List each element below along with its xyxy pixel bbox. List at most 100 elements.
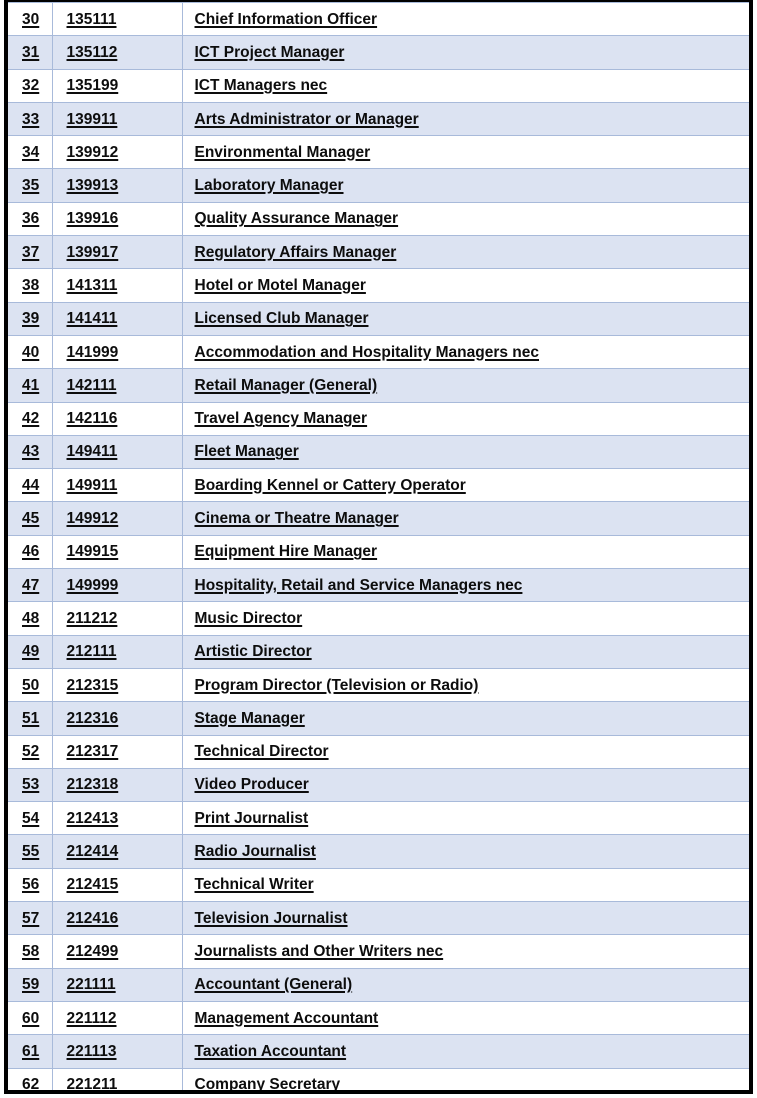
occupation-code-cell: 212317: [51, 734, 183, 769]
occupation-title-cell-text: Program Director (Television or Radio): [194, 676, 479, 694]
occupation-code-cell: 149999: [51, 568, 183, 603]
occupation-code-cell: 221111: [51, 967, 183, 1002]
occupation-title-cell: Retail Manager (General): [181, 368, 749, 403]
table-row: 35 139913 Laboratory Manager: [8, 168, 749, 203]
row-number-cell-text: 39: [22, 310, 40, 328]
occupation-title-cell-text: Environmental Manager: [194, 143, 371, 161]
occupation-code-cell-text: 212499: [66, 942, 119, 960]
occupation-code-cell-text: 139911: [66, 110, 118, 128]
table-row: 60 221112 Management Accountant: [8, 1000, 749, 1036]
row-number-cell: 44: [8, 468, 53, 503]
occupation-title-cell-text: Accommodation and Hospitality Managers n…: [194, 343, 540, 361]
occupation-code-cell-text: 149411: [66, 443, 118, 461]
occupation-code-cell: 142111: [51, 368, 183, 403]
occupation-title-cell-text: Arts Administrator or Manager: [194, 110, 419, 128]
table-row: 53 212318 Video Producer: [8, 767, 749, 803]
occupation-code-cell-text: 139913: [66, 177, 119, 195]
row-number-cell-text: 46: [22, 543, 40, 561]
occupation-code-cell: 139916: [51, 201, 183, 237]
occupation-title-cell-text: ICT Project Manager: [194, 43, 345, 61]
occupation-code-cell: 212316: [51, 701, 183, 736]
occupation-code-cell-text: 139916: [66, 210, 119, 228]
row-number-cell-text: 32: [22, 77, 40, 95]
occupation-code-cell: 149912: [51, 501, 183, 536]
occupation-title-cell: Hotel or Motel Manager: [181, 268, 749, 303]
occupation-code-cell-text: 141311: [66, 277, 118, 294]
occupation-code-cell: 149911: [51, 468, 183, 503]
row-number-cell-text: 33: [22, 110, 40, 128]
row-number-cell-text: 45: [22, 510, 40, 528]
occupation-code-cell: 212499: [51, 934, 183, 969]
occupation-title-cell-text: Music Director: [194, 609, 303, 627]
occupation-title-cell-text: Management Accountant: [194, 1009, 379, 1027]
row-number-cell: 31: [8, 35, 53, 70]
occupation-title-cell: ICT Managers nec: [181, 68, 749, 103]
row-number-cell-text: 47: [22, 576, 40, 594]
occupation-table-frame: 30 135111 Chief Information Officer 31 13511…: [4, 0, 753, 1094]
table-row: 30 135111 Chief Information Officer: [8, 2, 749, 37]
occupation-title-cell: Journalists and Other Writers nec: [181, 934, 749, 969]
occupation-title-cell-text: Quality Assurance Manager: [194, 210, 399, 228]
table-row: 32 135199 ICT Managers nec: [8, 68, 749, 103]
row-number-cell: 60: [8, 1000, 53, 1036]
occupation-title-cell: Technical Director: [181, 734, 749, 769]
occupation-title-cell-text: ICT Managers nec: [194, 77, 328, 95]
table-row: 42 142116 Travel Agency Manager: [8, 401, 749, 436]
row-number-cell: 48: [8, 601, 53, 636]
row-number-cell: 55: [8, 834, 53, 869]
row-number-cell: 35: [8, 168, 53, 203]
row-number-cell: 57: [8, 901, 53, 936]
row-number-cell-text: 57: [22, 909, 40, 927]
occupation-table-body: 30 135111 Chief Information Officer 31 13511…: [8, 2, 749, 1094]
row-number-cell-text: 42: [22, 410, 40, 428]
row-number-cell-text: 62: [22, 1076, 40, 1094]
row-number-cell: 47: [8, 568, 53, 603]
row-number-cell: 39: [8, 301, 53, 336]
table-row: 33 139911 Arts Administrator or Manager: [8, 101, 749, 137]
occupation-title-cell: Travel Agency Manager: [181, 401, 749, 436]
occupation-title-cell: Radio Journalist: [181, 834, 749, 869]
occupation-code-cell-text: 141999: [66, 343, 119, 361]
occupation-code-cell-text: 212414: [66, 843, 119, 861]
occupation-title-cell-text: Technical Writer: [194, 876, 314, 894]
row-number-cell: 33: [8, 101, 53, 137]
occupation-title-cell: Arts Administrator or Manager: [181, 101, 749, 137]
row-number-cell-text: 34: [22, 143, 40, 161]
occupation-title-cell-text: Travel Agency Manager: [194, 410, 368, 428]
occupation-title-cell: Quality Assurance Manager: [181, 201, 749, 237]
table-row: 37 139917 Regulatory Affairs Manager: [8, 235, 749, 270]
occupation-title-cell-text: Print Journalist: [194, 809, 309, 827]
occupation-title-cell-text: Stage Manager: [194, 709, 305, 727]
occupation-title-cell: Company Secretary: [181, 1067, 749, 1090]
occupation-title-cell: ICT Project Manager: [181, 35, 749, 70]
occupation-title-cell-text: Cinema or Theatre Manager: [194, 510, 399, 528]
occupation-code-cell-text: 141411: [66, 310, 118, 328]
table-row: 58 212499 Journalists and Other Writers ne…: [8, 934, 749, 969]
table-row: 51 212316 Stage Manager: [8, 701, 749, 736]
occupation-code-cell-text: 212318: [66, 776, 119, 794]
row-number-cell-text: 56: [22, 876, 40, 894]
row-number-cell-text: 40: [22, 343, 40, 361]
occupation-code-cell: 139912: [51, 135, 183, 170]
row-number-cell-text: 52: [22, 743, 40, 761]
occupation-code-cell: 212416: [51, 901, 183, 936]
occupation-code-cell-text: 212416: [66, 909, 119, 927]
table-row: 48 211212 Music Director: [8, 601, 749, 636]
occupation-code-cell-text: 149912: [66, 510, 119, 528]
occupation-title-cell: Accountant (General): [181, 967, 749, 1002]
occupation-code-cell: 139917: [51, 235, 183, 270]
occupation-code-cell: 141311: [51, 268, 183, 303]
occupation-code-cell: 141411: [51, 301, 183, 336]
occupation-code-cell: 149411: [51, 434, 183, 470]
row-number-cell-text: 36: [22, 210, 40, 228]
occupation-code-cell-text: 212316: [66, 709, 119, 727]
row-number-cell: 43: [8, 434, 53, 470]
occupation-title-cell: Artistic Director: [181, 634, 749, 669]
row-number-cell: 37: [8, 235, 53, 270]
occupation-code-cell: 139911: [51, 101, 183, 137]
row-number-cell-text: 50: [22, 676, 40, 694]
table-row: 40 141999 Accommodation and Hospitality Ma…: [8, 334, 749, 370]
table-row: 47 149999 Hospitality, Retail and Service …: [8, 568, 749, 603]
occupation-code-cell: 135112: [51, 35, 183, 70]
occupation-title-cell: Fleet Manager: [181, 434, 749, 470]
